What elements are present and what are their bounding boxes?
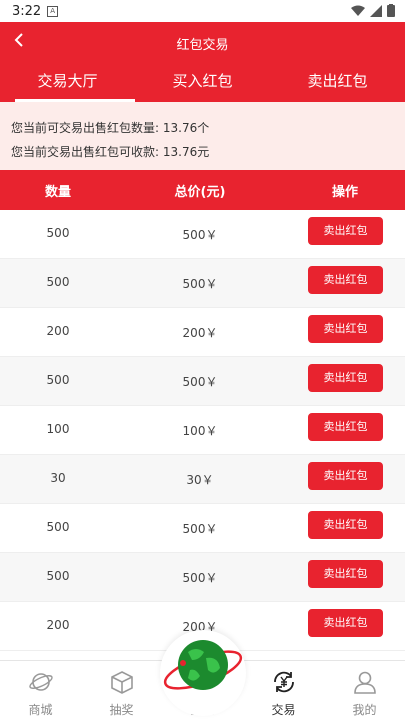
row-price: 30￥ bbox=[186, 473, 214, 487]
row-quantity: 500 bbox=[46, 373, 70, 387]
status-bar: 3:22 A bbox=[0, 0, 405, 22]
sell-button[interactable]: 卖出红包 bbox=[308, 217, 383, 245]
nav-item-trade[interactable]: 交易 bbox=[243, 661, 324, 721]
nav-item-profile[interactable]: 我的 bbox=[324, 661, 405, 721]
wifi-icon bbox=[351, 5, 365, 16]
table-row: 500 500￥ 卖出红包 bbox=[0, 504, 405, 553]
user-icon bbox=[354, 671, 376, 694]
sell-button[interactable]: 卖出红包 bbox=[308, 315, 383, 343]
sell-button[interactable]: 卖出红包 bbox=[308, 413, 383, 441]
nav-label-profile: 我的 bbox=[352, 703, 377, 717]
table-row: 100 100￥ 卖出红包 bbox=[0, 406, 405, 455]
row-quantity: 200 bbox=[46, 618, 70, 632]
planet-icon bbox=[29, 673, 53, 691]
tab-trading-hall[interactable]: 交易大厅 bbox=[0, 70, 135, 102]
notification-icon: A bbox=[47, 5, 59, 17]
column-quantity: 数量 bbox=[44, 184, 71, 200]
row-quantity: 500 bbox=[46, 275, 70, 289]
table-row: 200 200￥ 卖出红包 bbox=[0, 308, 405, 357]
table-row: 500 500￥ 卖出红包 bbox=[0, 210, 405, 259]
row-quantity: 500 bbox=[46, 569, 70, 583]
row-price: 500￥ bbox=[182, 375, 218, 389]
nav-label-mall: 商城 bbox=[28, 703, 53, 717]
table-row: 500 500￥ 卖出红包 bbox=[0, 357, 405, 406]
table-body: 500 500￥ 卖出红包 500 500￥ 卖出红包 200 200￥ 卖出红… bbox=[0, 210, 405, 651]
sell-button[interactable]: 卖出红包 bbox=[308, 364, 383, 392]
sell-button[interactable]: 卖出红包 bbox=[308, 560, 383, 588]
row-price: 500￥ bbox=[182, 228, 218, 242]
nav-item-lottery[interactable]: 抽奖 bbox=[81, 661, 162, 721]
table-row: 30 30￥ 卖出红包 bbox=[0, 455, 405, 504]
sell-button[interactable]: 卖出红包 bbox=[308, 511, 383, 539]
status-time: 3:22 bbox=[12, 3, 42, 19]
notice-sell-quantity: 您当前可交易出售红包数量: 13.76个 bbox=[11, 121, 210, 135]
column-action: 操作 bbox=[331, 184, 358, 200]
row-price: 500￥ bbox=[182, 277, 218, 291]
sell-button[interactable]: 卖出红包 bbox=[308, 609, 383, 637]
ecology-globe-button[interactable] bbox=[160, 630, 246, 716]
table-row: 500 500￥ 卖出红包 bbox=[0, 259, 405, 308]
row-quantity: 500 bbox=[46, 226, 70, 240]
row-price: 500￥ bbox=[182, 522, 218, 536]
status-icons bbox=[351, 4, 395, 17]
row-quantity: 500 bbox=[46, 520, 70, 534]
nav-label-lottery: 抽奖 bbox=[109, 703, 134, 717]
row-quantity: 100 bbox=[46, 422, 70, 436]
table-header: 数量 总价(元) 操作 bbox=[0, 170, 405, 210]
yen-exchange-icon bbox=[274, 671, 294, 693]
sell-button[interactable]: 卖出红包 bbox=[308, 462, 383, 490]
notice-sell-amount: 您当前交易出售红包可收款: 13.76元 bbox=[11, 145, 210, 159]
tab-sell[interactable]: 卖出红包 bbox=[270, 70, 405, 102]
sell-button[interactable]: 卖出红包 bbox=[308, 266, 383, 294]
tab-buy[interactable]: 买入红包 bbox=[135, 70, 270, 102]
row-quantity: 200 bbox=[46, 324, 70, 338]
nav-item-mall[interactable]: 商城 bbox=[0, 661, 81, 721]
battery-icon bbox=[387, 4, 395, 17]
page-title: 红包交易 bbox=[176, 38, 229, 53]
signal-icon bbox=[370, 4, 382, 17]
notice-panel: 您当前可交易出售红包数量: 13.76个 您当前交易出售红包可收款: 13.76… bbox=[0, 102, 405, 170]
box-icon bbox=[111, 671, 133, 694]
globe-icon bbox=[163, 640, 243, 690]
row-quantity: 30 bbox=[50, 471, 66, 485]
table-row: 500 500￥ 卖出红包 bbox=[0, 553, 405, 602]
nav-label-trade: 交易 bbox=[271, 703, 296, 717]
row-price: 100￥ bbox=[182, 424, 218, 438]
row-price: 500￥ bbox=[182, 571, 218, 585]
tab-bar: 交易大厅 买入红包 卖出红包 bbox=[0, 70, 405, 102]
row-price: 200￥ bbox=[182, 326, 218, 340]
app-header: 红包交易 交易大厅 买入红包 卖出红包 bbox=[0, 22, 405, 102]
column-total-price: 总价(元) bbox=[174, 184, 226, 200]
